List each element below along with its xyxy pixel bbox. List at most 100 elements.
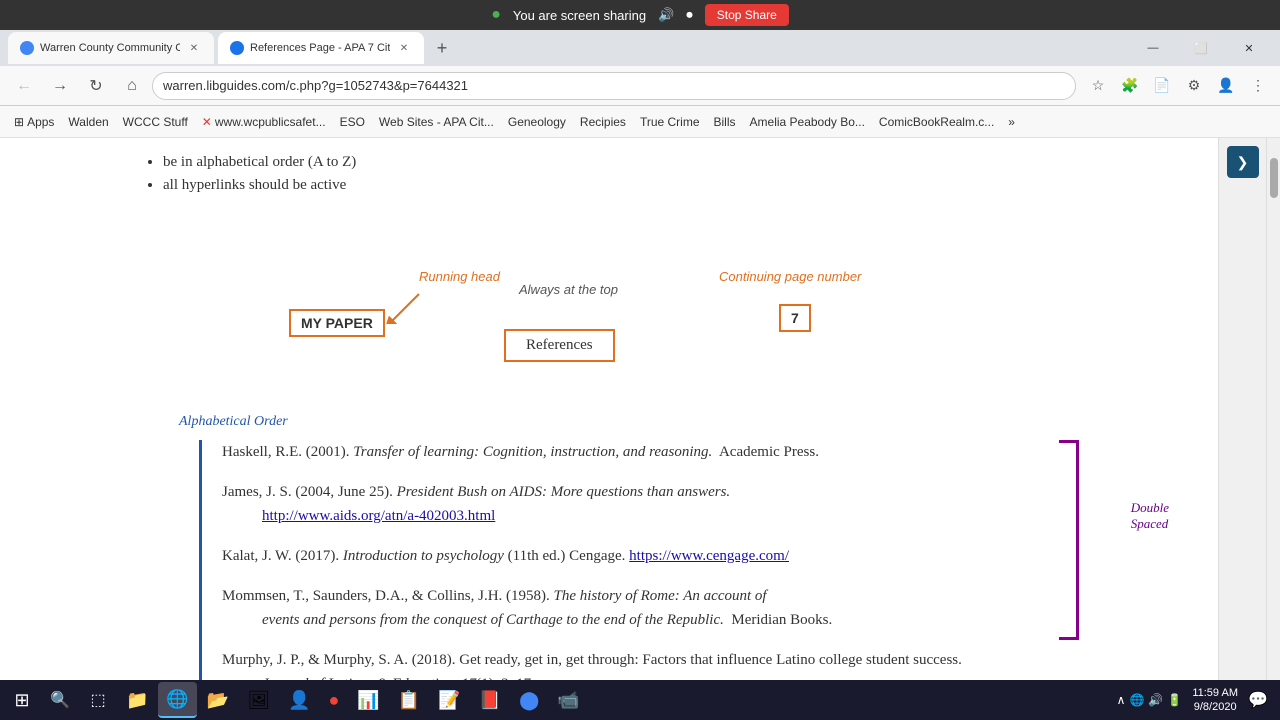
ref-entries-wrapper: DoubleSpaced Haskell, R.E. (2001). Trans… xyxy=(179,440,1039,680)
taskbar-excel[interactable]: 📊 xyxy=(349,682,387,718)
bookmark-star-icon[interactable]: ☆ xyxy=(1084,72,1112,100)
murphy-continued: Journal of Latinos & Education, 17(1), 3… xyxy=(222,672,1039,680)
taskbar-datetime[interactable]: 11:59 AM 9/8/2020 xyxy=(1192,686,1238,715)
taskbar-teams[interactable]: 📹 xyxy=(549,682,587,718)
references-box: References xyxy=(504,329,615,362)
taskbar-files[interactable]: 📂 xyxy=(199,682,237,718)
close-button[interactable]: ✕ xyxy=(1226,32,1272,64)
bookmark-eso[interactable]: ESO xyxy=(334,113,371,131)
continuing-page-label: Continuing page number xyxy=(719,269,861,284)
start-button[interactable]: ⊞ xyxy=(4,682,40,718)
taskbar-app-red[interactable]: ● xyxy=(321,682,348,718)
title-bar: Warren County Community Colle... ✕ Refer… xyxy=(0,30,1280,66)
bookmark-label-comicbook: ComicBookRealm.c... xyxy=(879,115,994,129)
bookmark-label-wccc: WCCC Stuff xyxy=(123,115,188,129)
tab-favicon-2 xyxy=(230,41,244,55)
maximize-button[interactable]: ⬜ xyxy=(1178,32,1224,64)
extensions-icon[interactable]: ⚙ xyxy=(1180,72,1208,100)
tray-network-icon: 🌐 xyxy=(1129,693,1144,707)
search-button[interactable]: 🔍 xyxy=(42,682,78,718)
bookmark-bills[interactable]: Bills xyxy=(708,113,742,131)
taskbar-app-clipboard[interactable]: 📋 xyxy=(390,682,428,718)
stop-share-button[interactable]: Stop Share xyxy=(705,4,789,26)
new-tab-button[interactable]: + xyxy=(428,34,456,62)
notifications-button[interactable]: 💬 xyxy=(1240,682,1276,718)
extension-icon[interactable]: 🧩 xyxy=(1116,72,1144,100)
page-content-area: be in alphabetical order (A to Z) all hy… xyxy=(0,138,1280,680)
diagram-area: MY PAPER Running head xyxy=(139,214,1079,394)
scrollbar-thumb[interactable] xyxy=(1270,158,1278,198)
taskbar-word[interactable]: 📝 xyxy=(430,682,468,718)
address-text: warren.libguides.com/c.php?g=1052743&p=7… xyxy=(163,78,468,93)
bookmark-walden[interactable]: Walden xyxy=(62,113,114,131)
taskbar-chrome2[interactable]: ⬤ xyxy=(511,682,547,718)
bookmark-label-amelia: Amelia Peabody Bo... xyxy=(750,115,865,129)
bullet-hyperlinks: all hyperlinks should be active xyxy=(163,177,1079,194)
taskbar: ⊞ 🔍 ⬚ 📁 🌐 📂 🖼 👤 ● 📊 📋 📝 📕 ⬤ 📹 ∧ 🌐 🔊 🔋 11… xyxy=(0,680,1280,720)
ref-entry-kalat: Kalat, J. W. (2017). Introduction to psy… xyxy=(222,544,1039,568)
tab-title-2: References Page - APA 7 Citation... xyxy=(250,42,390,54)
taskbar-ppt[interactable]: 📕 xyxy=(471,682,509,718)
screen-share-icon: ● xyxy=(491,6,501,24)
bookmark-geneology[interactable]: Geneology xyxy=(502,113,572,131)
bookmark-label-eso: ESO xyxy=(340,115,365,129)
taskbar-tray: ∧ 🌐 🔊 🔋 xyxy=(1109,693,1191,707)
james-link[interactable]: http://www.aids.org/atn/a-402003.html xyxy=(262,508,495,524)
reload-button[interactable]: ↻ xyxy=(80,70,112,102)
tray-expand-icon[interactable]: ∧ xyxy=(1117,693,1126,707)
page-scroll[interactable]: be in alphabetical order (A to Z) all hy… xyxy=(0,138,1218,680)
tray-volume-icon[interactable]: 🔊 xyxy=(1148,693,1163,707)
always-at-top-label: Always at the top xyxy=(519,282,618,297)
ref-entry-list: Haskell, R.E. (2001). Transfer of learni… xyxy=(199,440,1039,680)
pdf-icon[interactable]: 📄 xyxy=(1148,72,1176,100)
tab-wccc[interactable]: Warren County Community Colle... ✕ xyxy=(8,32,214,64)
bookmark-label-websites: Web Sites - APA Cit... xyxy=(379,115,494,129)
taskbar-people[interactable]: 👤 xyxy=(280,682,318,718)
bookmark-recipies[interactable]: Recipies xyxy=(574,113,632,131)
side-panel: ❯ xyxy=(1218,138,1266,680)
tab-close-2[interactable]: ✕ xyxy=(396,40,412,56)
bookmark-label-recipies: Recipies xyxy=(580,115,626,129)
bookmark-more[interactable]: » xyxy=(1002,113,1021,131)
james-link-line: http://www.aids.org/atn/a-402003.html xyxy=(222,504,1039,528)
bullet-list: be in alphabetical order (A to Z) all hy… xyxy=(163,154,1079,194)
forward-button[interactable]: → xyxy=(44,70,76,102)
back-button[interactable]: ← xyxy=(8,70,40,102)
minimize-button[interactable]: — xyxy=(1130,32,1176,64)
bookmarks-bar: ⊞ Apps Walden WCCC Stuff ✕ www.wcpublics… xyxy=(0,106,1280,138)
alphabetical-order-label: Alphabetical Order xyxy=(179,414,1039,430)
taskbar-chrome[interactable]: 🌐 xyxy=(158,682,196,718)
profile-icon[interactable]: 👤 xyxy=(1212,72,1240,100)
tab-title-1: Warren County Community Colle... xyxy=(40,42,180,54)
address-bar[interactable]: warren.libguides.com/c.php?g=1052743&p=7… xyxy=(152,72,1076,100)
bookmark-apps[interactable]: ⊞ Apps xyxy=(8,113,60,131)
mommsen-continued: events and persons from the conquest of … xyxy=(222,608,1039,632)
double-spaced-label: DoubleSpaced xyxy=(1131,500,1169,532)
taskbar-photos[interactable]: 🖼 xyxy=(239,682,278,718)
bookmark-amelia[interactable]: Amelia Peabody Bo... xyxy=(744,113,871,131)
audio-icon: 🔊 xyxy=(658,7,674,23)
ref-entry-mommsen: Mommsen, T., Saunders, D.A., & Collins, … xyxy=(222,584,1039,632)
page-scrollbar[interactable] xyxy=(1266,138,1280,680)
bookmark-label-apps: Apps xyxy=(27,115,54,129)
bookmark-websites[interactable]: Web Sites - APA Cit... xyxy=(373,113,500,131)
ref-entry-murphy: Murphy, J. P., & Murphy, S. A. (2018). G… xyxy=(222,648,1039,680)
bullet-alphabetical: be in alphabetical order (A to Z) xyxy=(163,154,1079,171)
bookmark-label-wcpublic: www.wcpublicsafet... xyxy=(215,115,326,129)
aside-button[interactable]: ❯ xyxy=(1227,146,1259,178)
tab-close-1[interactable]: ✕ xyxy=(186,40,202,56)
bookmark-comicbook[interactable]: ComicBookRealm.c... xyxy=(873,113,1000,131)
taskbar-explorer[interactable]: 📁 xyxy=(118,682,156,718)
running-head-arrow xyxy=(339,284,439,324)
navigation-toolbar: ← → ↻ ⌂ warren.libguides.com/c.php?g=105… xyxy=(0,66,1280,106)
home-button[interactable]: ⌂ xyxy=(116,70,148,102)
bookmark-truecrime[interactable]: True Crime xyxy=(634,113,706,131)
task-view-button[interactable]: ⬚ xyxy=(80,682,116,718)
bookmark-wcpublic[interactable]: ✕ www.wcpublicsafet... xyxy=(196,113,332,131)
bookmark-wccc[interactable]: WCCC Stuff xyxy=(117,113,194,131)
clock-date: 9/8/2020 xyxy=(1194,701,1237,713)
kalat-link[interactable]: https://www.cengage.com/ xyxy=(629,548,789,564)
tab-references[interactable]: References Page - APA 7 Citation... ✕ xyxy=(218,32,424,64)
menu-icon[interactable]: ⋮ xyxy=(1244,72,1272,100)
window-controls: — ⬜ ✕ xyxy=(1130,32,1272,64)
